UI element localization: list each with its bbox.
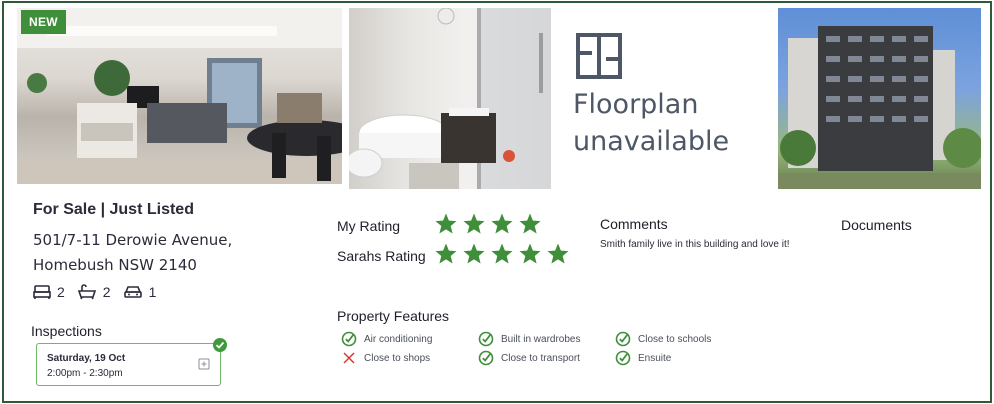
star-icon[interactable]	[490, 242, 514, 266]
property-feature-item: Close to transport	[478, 350, 580, 366]
selected-check-icon	[213, 338, 227, 352]
inspections-label: Inspections	[31, 323, 102, 339]
property-feature-label: Ensuite	[638, 352, 672, 364]
bathrooms: 2	[77, 284, 111, 300]
comment-text[interactable]: Smith family live in this building and l…	[600, 239, 790, 250]
floorplan-unavailable-text: Floorplan unavailable	[573, 86, 729, 160]
star-icon[interactable]	[546, 242, 570, 266]
property-feature-item: Close to shops	[341, 350, 430, 366]
car-icon	[123, 286, 142, 298]
room-counts: 2 2 1	[33, 284, 162, 300]
bed-count: 2	[57, 284, 65, 300]
property-feature-item: Close to schools	[615, 331, 711, 347]
star-icon[interactable]	[462, 212, 486, 236]
star-icon[interactable]	[434, 242, 458, 266]
bed-icon	[33, 285, 51, 299]
star-icon[interactable]	[490, 212, 514, 236]
property-features-label: Property Features	[337, 308, 450, 324]
floorplan-line1: Floorplan	[573, 89, 699, 120]
bath-icon	[77, 284, 96, 300]
check-circle-icon	[615, 331, 631, 347]
add-to-calendar-icon[interactable]	[198, 358, 210, 370]
living-room-photo[interactable]: NEW	[17, 8, 342, 184]
floorplan-line2: unavailable	[573, 126, 730, 157]
living-room-image	[17, 8, 342, 184]
sarahs-rating-stars[interactable]	[434, 242, 570, 266]
property-feature-label: Close to schools	[638, 333, 712, 345]
bedrooms: 2	[33, 284, 65, 300]
building-exterior-photo[interactable]	[778, 8, 981, 189]
star-icon[interactable]	[518, 212, 542, 236]
star-icon[interactable]	[462, 242, 486, 266]
floorplan-placeholder[interactable]: Floorplan unavailable	[561, 8, 761, 189]
new-badge: NEW	[21, 10, 66, 34]
address-line-1: 501/7-11 Derowie Avenue,	[33, 231, 233, 249]
check-circle-icon	[341, 331, 357, 347]
property-feature-label: Built in wardrobes	[501, 333, 581, 345]
floorplan-icon	[576, 33, 622, 79]
property-feature-label: Close to transport	[501, 352, 580, 364]
property-feature-item: Ensuite	[615, 350, 671, 366]
car-count: 1	[148, 284, 157, 300]
star-icon[interactable]	[518, 242, 542, 266]
my-rating-label: My Rating	[337, 218, 401, 234]
star-icon[interactable]	[434, 212, 458, 236]
listing-title: For Sale | Just Listed	[33, 201, 194, 218]
property-feature-label: Close to shops	[364, 352, 431, 364]
comments-label: Comments	[600, 216, 668, 232]
sarahs-rating-label: Sarahs Rating	[337, 248, 426, 264]
inspection-date: Saturday, 19 Oct	[47, 353, 126, 364]
property-feature-label: Air conditioning	[364, 333, 433, 345]
check-circle-icon	[615, 350, 631, 366]
bath-count: 2	[102, 284, 111, 300]
building-image	[778, 26, 981, 189]
inspection-time: 2:00pm - 2:30pm	[47, 368, 123, 379]
cross-icon	[343, 352, 355, 364]
property-feature-item: Air conditioning	[341, 331, 432, 347]
address-line-2: Homebush NSW 2140	[33, 256, 197, 274]
my-rating-stars[interactable]	[434, 212, 542, 236]
bathroom-photo[interactable]	[349, 8, 551, 189]
check-circle-icon	[478, 331, 494, 347]
inspection-slot[interactable]: Saturday, 19 Oct 2:00pm - 2:30pm	[36, 338, 227, 386]
bathroom-image	[349, 8, 551, 189]
listing-card: NEW Floorplan unavailable For Sale | Jus…	[2, 1, 992, 403]
car-spaces: 1	[123, 284, 157, 300]
documents-label: Documents	[841, 217, 912, 233]
check-circle-icon	[478, 350, 494, 366]
property-feature-item: Built in wardrobes	[478, 331, 580, 347]
